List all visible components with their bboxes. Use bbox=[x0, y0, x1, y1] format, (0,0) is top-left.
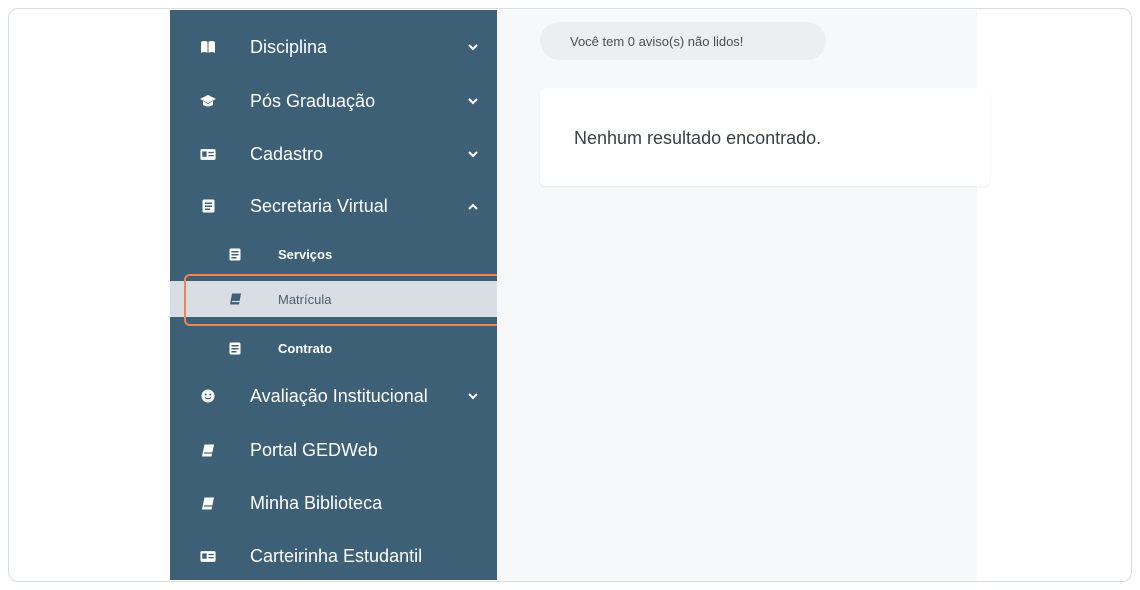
sidebar-item-disciplina[interactable]: Disciplina bbox=[170, 27, 497, 67]
results-panel: Nenhum resultado encontrado. bbox=[540, 88, 990, 186]
notifications-badge[interactable]: Você tem 0 aviso(s) não lidos! bbox=[540, 22, 826, 60]
sidebar-item-label: Secretaria Virtual bbox=[250, 195, 388, 216]
sidebar-item-label: Pós Graduação bbox=[250, 90, 376, 111]
sidebar-item-label: Cadastro bbox=[250, 143, 324, 164]
document-icon bbox=[228, 341, 242, 355]
id-card-icon bbox=[200, 146, 216, 162]
submenu-item-matricula[interactable]: Matrícula bbox=[170, 281, 497, 317]
chevron-down-icon bbox=[467, 95, 479, 107]
empty-result-message: Nenhum resultado encontrado. bbox=[574, 128, 822, 148]
chevron-down-icon bbox=[467, 390, 479, 402]
id-card-icon bbox=[200, 548, 216, 564]
chevron-down-icon bbox=[467, 148, 479, 160]
chevron-up-icon bbox=[467, 200, 479, 212]
document-icon bbox=[228, 247, 242, 261]
book-icon bbox=[200, 442, 216, 458]
sidebar-item-label: Portal GEDWeb bbox=[250, 439, 378, 460]
document-icon bbox=[200, 198, 216, 214]
graduation-cap-icon bbox=[200, 93, 216, 109]
sidebar-item-label: Minha Biblioteca bbox=[250, 492, 383, 513]
sidebar-nav: Disciplina Pós Graduação Cadastro Secret… bbox=[170, 10, 497, 580]
sidebar-item-label: Carteirinha Estudantil bbox=[250, 545, 423, 566]
chevron-down-icon bbox=[467, 41, 479, 53]
submenu-item-label: Contrato bbox=[278, 340, 333, 356]
sidebar-item-label: Disciplina bbox=[250, 36, 328, 57]
sidebar-item-carteirinha-estudantil[interactable]: Carteirinha Estudantil bbox=[170, 536, 497, 576]
sidebar-item-cadastro[interactable]: Cadastro bbox=[170, 134, 497, 174]
submenu-item-servicos[interactable]: Serviços bbox=[170, 236, 497, 272]
submenu-item-label: Matrícula bbox=[278, 291, 332, 307]
submenu-item-label: Serviços bbox=[278, 246, 333, 262]
sidebar-item-minha-biblioteca[interactable]: Minha Biblioteca bbox=[170, 483, 497, 523]
book-icon bbox=[200, 495, 216, 511]
book-icon bbox=[228, 292, 242, 306]
sidebar-item-portal-gedweb[interactable]: Portal GEDWeb bbox=[170, 430, 497, 470]
book-open-icon bbox=[200, 39, 216, 55]
smiley-icon bbox=[200, 388, 216, 404]
sidebar-item-secretaria-virtual[interactable]: Secretaria Virtual bbox=[170, 186, 497, 226]
sidebar-item-avaliacao-institucional[interactable]: Avaliação Institucional bbox=[170, 376, 497, 416]
sidebar-item-label: Avaliação Institucional bbox=[250, 385, 428, 406]
sidebar-item-pos-graduacao[interactable]: Pós Graduação bbox=[170, 81, 497, 121]
main-content: Você tem 0 aviso(s) não lidos! Nenhum re… bbox=[497, 10, 990, 580]
submenu-item-contrato[interactable]: Contrato bbox=[170, 330, 497, 366]
